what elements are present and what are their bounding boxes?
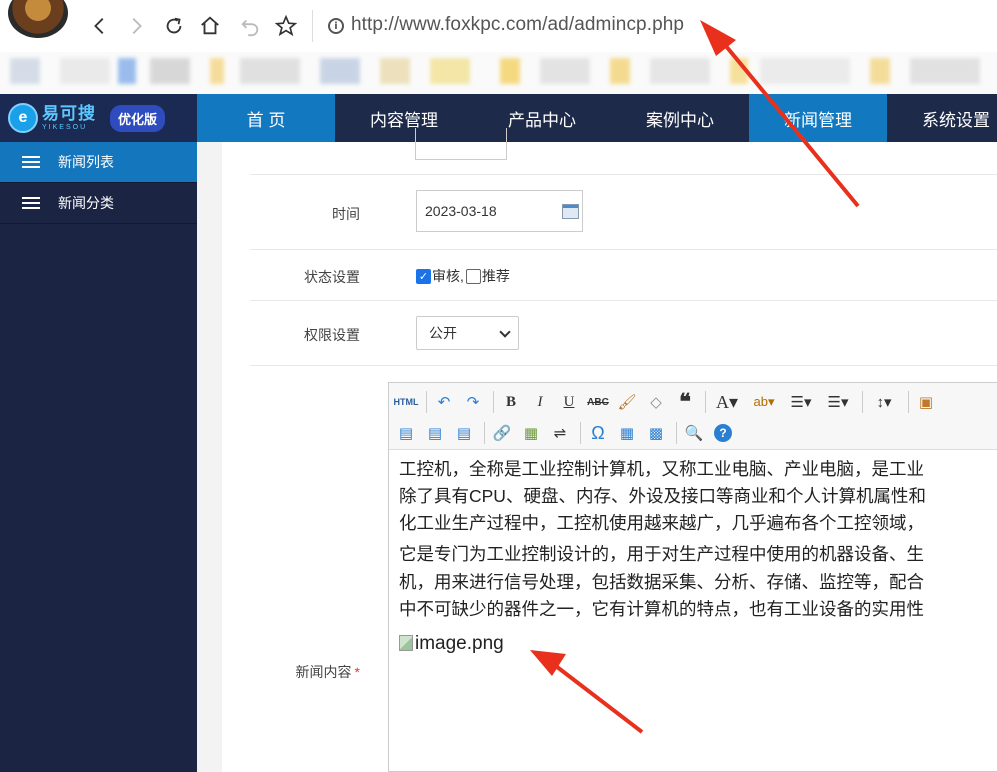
date-input[interactable]: 2023-03-18 — [416, 190, 583, 232]
help-icon[interactable]: ? — [714, 424, 732, 442]
content-label: 新闻内容 * — [295, 664, 360, 680]
text-line: 中不可缺少的器件之一，它有计算机的特点，也有工业设备的实用性 — [399, 598, 924, 619]
form-row-status: 状态设置 ✓ 审核, 推荐 — [250, 250, 997, 301]
recommend-checkbox[interactable] — [465, 268, 481, 284]
bold-icon[interactable]: B — [498, 390, 524, 414]
nav-news[interactable]: 新闻管理 — [749, 94, 887, 142]
nav-home[interactable]: 首 页 — [197, 94, 335, 142]
recommend-label: 推荐 — [481, 268, 510, 284]
logo-icon: e — [8, 103, 38, 133]
sidebar-item-news-category[interactable]: 新闻分类 — [0, 183, 197, 224]
special-char-icon[interactable]: Ω — [585, 421, 611, 445]
text-line: 工控机，全称是工业控制计算机，又称工业电脑、产业电脑，是工业 — [399, 459, 924, 479]
align-center-icon[interactable]: ▤ — [422, 421, 448, 445]
highlight-icon[interactable]: ab▾ — [747, 390, 781, 414]
sidebar-item-label: 新闻列表 — [58, 154, 114, 170]
logo-subtitle: YIKESOU — [42, 124, 88, 131]
main-content: 时间 2023-03-18 状态设置 ✓ 审核, 推荐 权限设置 公开 新闻内容 — [197, 128, 997, 772]
sidebar: 新闻列表 新闻分类 — [0, 142, 197, 772]
logo-name: 易可搜 — [42, 104, 96, 123]
underline-icon[interactable]: U — [556, 390, 582, 414]
status-checks: ✓ 审核, 推荐 — [416, 266, 510, 286]
audit-checkbox[interactable]: ✓ — [416, 268, 431, 284]
format-painter-icon[interactable]: 🖌 — [614, 390, 640, 414]
form-row-time: 时间 2023-03-18 — [250, 175, 997, 250]
align-left-icon[interactable]: ▤ — [393, 421, 419, 445]
bookmark-star-icon[interactable] — [272, 12, 300, 40]
audit-label: 审核, — [432, 268, 464, 284]
nav-settings[interactable]: 系统设置 — [887, 94, 997, 142]
site-info-icon[interactable]: i — [328, 18, 344, 34]
strikethrough-icon[interactable]: ABC — [585, 390, 611, 414]
ordered-list-icon[interactable]: ☰▾ — [784, 390, 818, 414]
permission-select[interactable]: 公开 — [416, 316, 519, 350]
forward-icon[interactable] — [122, 12, 150, 40]
undo-icon[interactable]: ↶ — [431, 390, 457, 414]
text-line: 机，用来进行信号处理，包括数据采集、分析、存储、监控等，配合 — [399, 571, 924, 592]
time-label: 时间 — [332, 206, 360, 222]
eraser-icon[interactable]: ◇ — [643, 390, 669, 414]
browser-toolbar: i http://www.foxkpc.com/ad/admincp.php — [0, 0, 997, 52]
editor-toolbar: HTML ↶ ↷ B I U ABC 🖌 ◇ ❝ A▾ ab▾ ☰▾ ☰▾ ↕▾… — [389, 383, 997, 450]
link-icon[interactable]: 🔗 — [489, 421, 515, 445]
logo[interactable]: e 易可搜 YIKESOU 优化版 — [0, 94, 197, 142]
html-source-icon[interactable]: HTML — [393, 390, 419, 414]
form-panel: 时间 2023-03-18 状态设置 ✓ 审核, 推荐 权限设置 公开 新闻内容 — [222, 128, 997, 772]
text-line: 它是专门为工业控制设计的，用于对生产过程中使用的机器设备、生 — [399, 544, 924, 565]
permission-label: 权限设置 — [304, 327, 360, 343]
status-label: 状态设置 — [304, 269, 360, 285]
calendar-icon[interactable] — [562, 204, 579, 219]
italic-icon[interactable]: I — [527, 390, 553, 414]
permission-value: 公开 — [429, 325, 457, 341]
preview-icon[interactable]: 🔍 — [681, 421, 707, 445]
text-line: 化工业生产过程中，工控机使用越来越广，几乎遍布各个工控领域， — [399, 513, 924, 534]
broken-image-icon — [399, 635, 413, 652]
nav-cases[interactable]: 案例中心 — [611, 94, 749, 142]
reload-icon[interactable] — [160, 12, 188, 40]
back-icon[interactable] — [86, 12, 114, 40]
rich-text-editor: HTML ↶ ↷ B I U ABC 🖌 ◇ ❝ A▾ ab▾ ☰▾ ☰▾ ↕▾… — [388, 382, 997, 772]
redo-icon[interactable]: ↷ — [460, 390, 486, 414]
edition-badge: 优化版 — [110, 104, 166, 132]
insert-image-icon[interactable]: ▣ — [913, 390, 939, 414]
date-value: 2023-03-18 — [425, 203, 497, 219]
profile-avatar[interactable] — [8, 0, 68, 38]
address-bar[interactable]: http://www.foxkpc.com/ad/admincp.php — [351, 14, 684, 36]
list-icon — [22, 155, 40, 169]
top-nav: 首 页 内容管理 产品中心 案例中心 新闻管理 系统设置 — [197, 94, 997, 142]
list-icon — [22, 196, 40, 210]
sidebar-item-label: 新闻分类 — [58, 195, 114, 211]
undo-close-tab-icon[interactable] — [236, 12, 264, 40]
horizontal-rule-icon[interactable]: ⇌ — [547, 421, 573, 445]
form-row-views — [250, 128, 997, 175]
media-icon[interactable]: ▩ — [643, 421, 669, 445]
broken-image[interactable]: image.png — [399, 629, 504, 658]
chevron-down-icon — [499, 326, 511, 338]
font-color-icon[interactable]: A▾ — [710, 390, 744, 414]
home-icon[interactable] — [196, 12, 224, 40]
align-right-icon[interactable]: ▤ — [451, 421, 477, 445]
editor-content[interactable]: 工控机，全称是工业控制计算机，又称工业电脑、产业电脑，是工业 除了具有CPU、硬… — [389, 450, 997, 660]
quote-icon[interactable]: ❝ — [672, 389, 698, 414]
unordered-list-icon[interactable]: ☰▾ — [821, 390, 855, 414]
text-line: 除了具有CPU、硬盘、内存、外设及接口等商业和个人计算机属性和 — [399, 486, 926, 507]
bookmarks-bar-blurred — [0, 52, 997, 96]
image-alt-text: image.png — [415, 632, 504, 654]
sidebar-item-news-list[interactable]: 新闻列表 — [0, 142, 197, 183]
form-row-permission: 权限设置 公开 — [250, 301, 997, 366]
table-icon[interactable]: ▦ — [614, 421, 640, 445]
line-height-icon[interactable]: ↕▾ — [867, 390, 901, 414]
divider — [312, 10, 313, 42]
views-input[interactable] — [415, 128, 507, 160]
image-icon[interactable]: ▦ — [518, 421, 544, 445]
